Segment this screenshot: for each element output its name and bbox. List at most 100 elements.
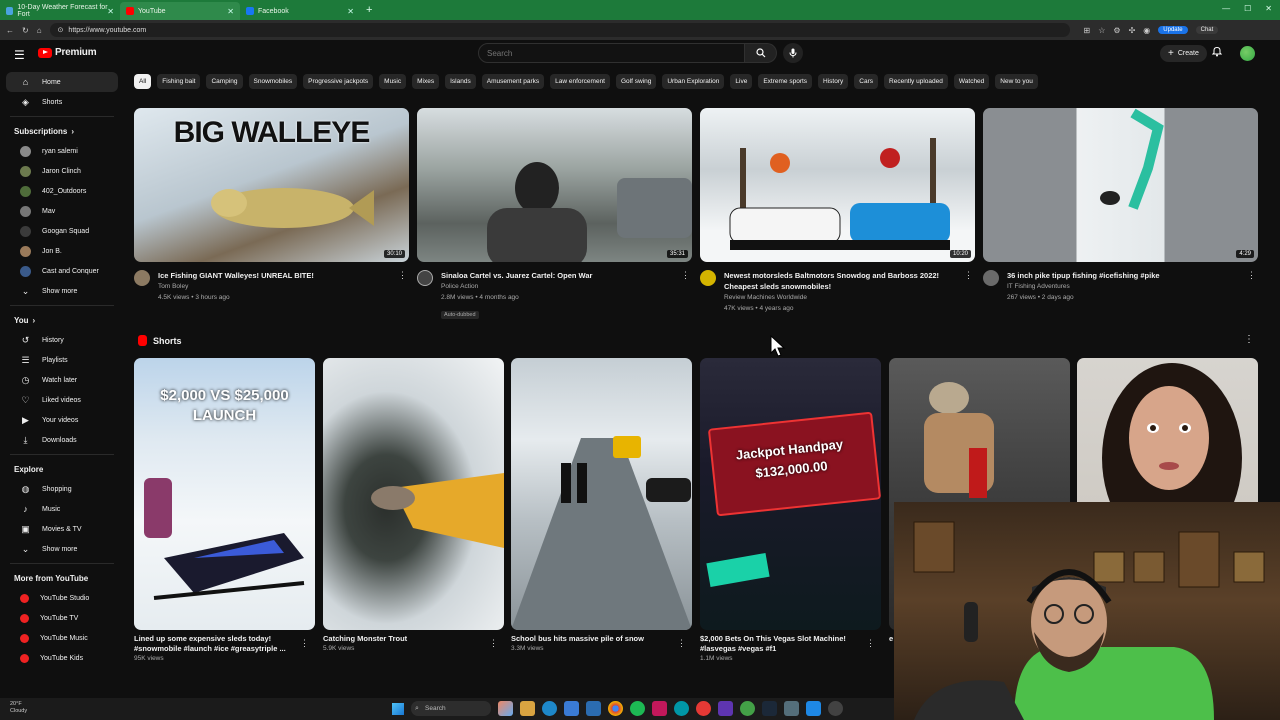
- shorts-more-options-icon[interactable]: ⋮: [1244, 334, 1254, 345]
- weather-widget[interactable]: 20°F Cloudy: [10, 701, 27, 715]
- sidebar-item-history[interactable]: ↺ History: [6, 330, 118, 350]
- site-info-icon[interactable]: ⊙: [58, 26, 64, 34]
- close-tab-icon[interactable]: ✕: [107, 7, 114, 16]
- short-thumbnail[interactable]: $2,000 VS $25,000 LAUNCH: [134, 358, 315, 630]
- back-icon[interactable]: ←: [6, 26, 14, 35]
- profile-icon[interactable]: ◉: [1143, 26, 1150, 35]
- short-card[interactable]: Catching Monster Trout 5.9K views ⋮: [323, 358, 504, 652]
- sidebar-item-youtube-studio[interactable]: YouTube Studio: [6, 588, 118, 608]
- channel-name[interactable]: Police Action: [441, 281, 671, 292]
- video-card[interactable]: 35:31 Sinaloa Cartel vs. Juarez Cartel: …: [417, 108, 692, 321]
- more-options-icon[interactable]: ⋮: [866, 638, 875, 649]
- sidebar-item-mav[interactable]: Mav: [6, 201, 118, 221]
- mail-icon[interactable]: [586, 701, 601, 716]
- close-tab-icon[interactable]: ✕: [227, 7, 234, 16]
- filter-chip[interactable]: Camping: [206, 74, 243, 89]
- app-icon[interactable]: [806, 701, 821, 716]
- filter-chip[interactable]: Cars: [854, 74, 879, 89]
- filter-chip[interactable]: Live: [730, 74, 753, 89]
- filter-chip[interactable]: New to you: [995, 74, 1038, 89]
- new-tab-icon[interactable]: +: [366, 4, 372, 16]
- minimize-icon[interactable]: —: [1222, 4, 1230, 13]
- search-input[interactable]: [478, 43, 745, 63]
- sidebar-item-402-outdoors[interactable]: 402_Outdoors: [6, 181, 118, 201]
- extension-icon[interactable]: ⚙: [1113, 26, 1120, 35]
- filter-chip[interactable]: Amusement parks: [481, 74, 545, 89]
- filter-chip[interactable]: Watched: [953, 74, 990, 89]
- app-icon[interactable]: [696, 701, 711, 716]
- sidebar-item-youtube-kids[interactable]: YouTube Kids: [6, 648, 118, 668]
- video-thumbnail[interactable]: 10:20: [700, 108, 975, 262]
- windows-start-icon[interactable]: [392, 702, 404, 715]
- sidebar-item-your-videos[interactable]: ▶ Your videos: [6, 410, 118, 430]
- more-options-icon[interactable]: ⋮: [964, 270, 973, 281]
- sidebar-item-liked-videos[interactable]: ♡ Liked videos: [6, 390, 118, 410]
- filter-chip[interactable]: Golf swing: [616, 74, 657, 89]
- update-button[interactable]: Update: [1158, 26, 1188, 34]
- short-title[interactable]: Catching Monster Trout: [323, 634, 488, 644]
- video-card[interactable]: 4:29 36 inch pike tipup fishing #icefish…: [983, 108, 1258, 303]
- channel-avatar[interactable]: [134, 270, 150, 286]
- sidebar-item-ryan-salemi[interactable]: ryan salemi: [6, 141, 118, 161]
- voice-search-button[interactable]: [783, 43, 803, 63]
- sidebar-item-jaron-clinch[interactable]: Jaron Clinch: [6, 161, 118, 181]
- short-thumbnail[interactable]: [323, 358, 504, 630]
- browser-tab-weather[interactable]: 10-Day Weather Forecast for Fort ✕: [0, 2, 120, 20]
- sidebar-item-home[interactable]: ⌂ Home: [6, 72, 118, 92]
- filter-chip[interactable]: Islands: [445, 74, 476, 89]
- show-more-explore[interactable]: ⌄ Show more: [6, 539, 118, 559]
- video-thumbnail[interactable]: 4:29: [983, 108, 1258, 262]
- sidebar-item-cast-and-conquer[interactable]: Cast and Conquer: [6, 261, 118, 281]
- video-title[interactable]: Sinaloa Cartel vs. Juarez Cartel: Open W…: [441, 270, 671, 281]
- sidebar-item-youtube-music[interactable]: YouTube Music: [6, 628, 118, 648]
- sidebar-item-shorts[interactable]: ◈ Shorts: [6, 92, 118, 112]
- more-options-icon[interactable]: ⋮: [677, 638, 686, 649]
- account-avatar[interactable]: [1240, 46, 1255, 61]
- short-thumbnail[interactable]: Jackpot Handpay $132,000.00: [700, 358, 881, 630]
- chat-button[interactable]: Chat: [1195, 26, 1219, 34]
- channel-avatar[interactable]: [983, 270, 999, 286]
- sidebar-item-downloads[interactable]: ⤓ Downloads: [6, 430, 118, 450]
- app-icon[interactable]: [674, 701, 689, 716]
- steam-icon[interactable]: [762, 701, 777, 716]
- sidebar-item-watch-later[interactable]: ◷ Watch later: [6, 370, 118, 390]
- filter-chip[interactable]: Music: [379, 74, 407, 89]
- sidebar-item-googan-squad[interactable]: Googan Squad: [6, 221, 118, 241]
- more-options-icon[interactable]: ⋮: [489, 638, 498, 649]
- sidebar-item-playlists[interactable]: ☰ Playlists: [6, 350, 118, 370]
- video-title[interactable]: Newest motorsleds Baltmotors Snowdog and…: [724, 270, 954, 292]
- more-options-icon[interactable]: ⋮: [681, 270, 690, 281]
- youtube-premium-logo[interactable]: Premium: [38, 47, 97, 58]
- filter-chip[interactable]: Mixes: [412, 74, 440, 89]
- sidebar-item-jon-b[interactable]: Jon B.: [6, 241, 118, 261]
- more-options-icon[interactable]: ⋮: [300, 638, 309, 649]
- close-tab-icon[interactable]: ✕: [347, 7, 354, 16]
- video-title[interactable]: Ice Fishing GIANT Walleyes! UNREAL BITE!: [158, 270, 388, 281]
- filter-chip[interactable]: Urban Exploration: [662, 74, 725, 89]
- app-icon[interactable]: [828, 701, 843, 716]
- browser-tab-youtube[interactable]: YouTube ✕: [120, 2, 240, 20]
- video-card[interactable]: 10:20 Newest motorsleds Baltmotors Snowd…: [700, 108, 975, 314]
- taskbar-search[interactable]: ⌕ Search: [411, 701, 491, 716]
- video-thumbnail[interactable]: 35:31: [417, 108, 692, 262]
- app-icon[interactable]: [784, 701, 799, 716]
- short-title[interactable]: $2,000 Bets On This Vegas Slot Machine! …: [700, 634, 865, 654]
- url-field[interactable]: ⊙ https://www.youtube.com: [49, 23, 1070, 37]
- app-icon[interactable]: [718, 701, 733, 716]
- video-thumbnail[interactable]: BIG WALLEYE 30:10: [134, 108, 409, 262]
- channel-avatar[interactable]: [417, 270, 433, 286]
- bookmark-star-icon[interactable]: ☆: [1098, 26, 1105, 35]
- channel-name[interactable]: IT Fishing Adventures: [1007, 281, 1237, 292]
- filter-chip[interactable]: History: [818, 74, 849, 89]
- sidebar-item-music[interactable]: ♪ Music: [6, 499, 118, 519]
- puzzle-icon[interactable]: ✣: [1129, 26, 1136, 35]
- file-explorer-icon[interactable]: [520, 701, 535, 716]
- short-title[interactable]: School bus hits massive pile of snow: [511, 634, 676, 644]
- install-icon[interactable]: ⊞: [1084, 26, 1091, 35]
- filter-chip[interactable]: Recently uploaded: [884, 74, 948, 89]
- channel-name[interactable]: Review Machines Worldwide: [724, 292, 954, 303]
- close-window-icon[interactable]: ✕: [1265, 4, 1272, 13]
- more-options-icon[interactable]: ⋮: [1247, 270, 1256, 281]
- home-icon[interactable]: ⌂: [37, 26, 42, 35]
- channel-name[interactable]: Tom Boley: [158, 281, 388, 292]
